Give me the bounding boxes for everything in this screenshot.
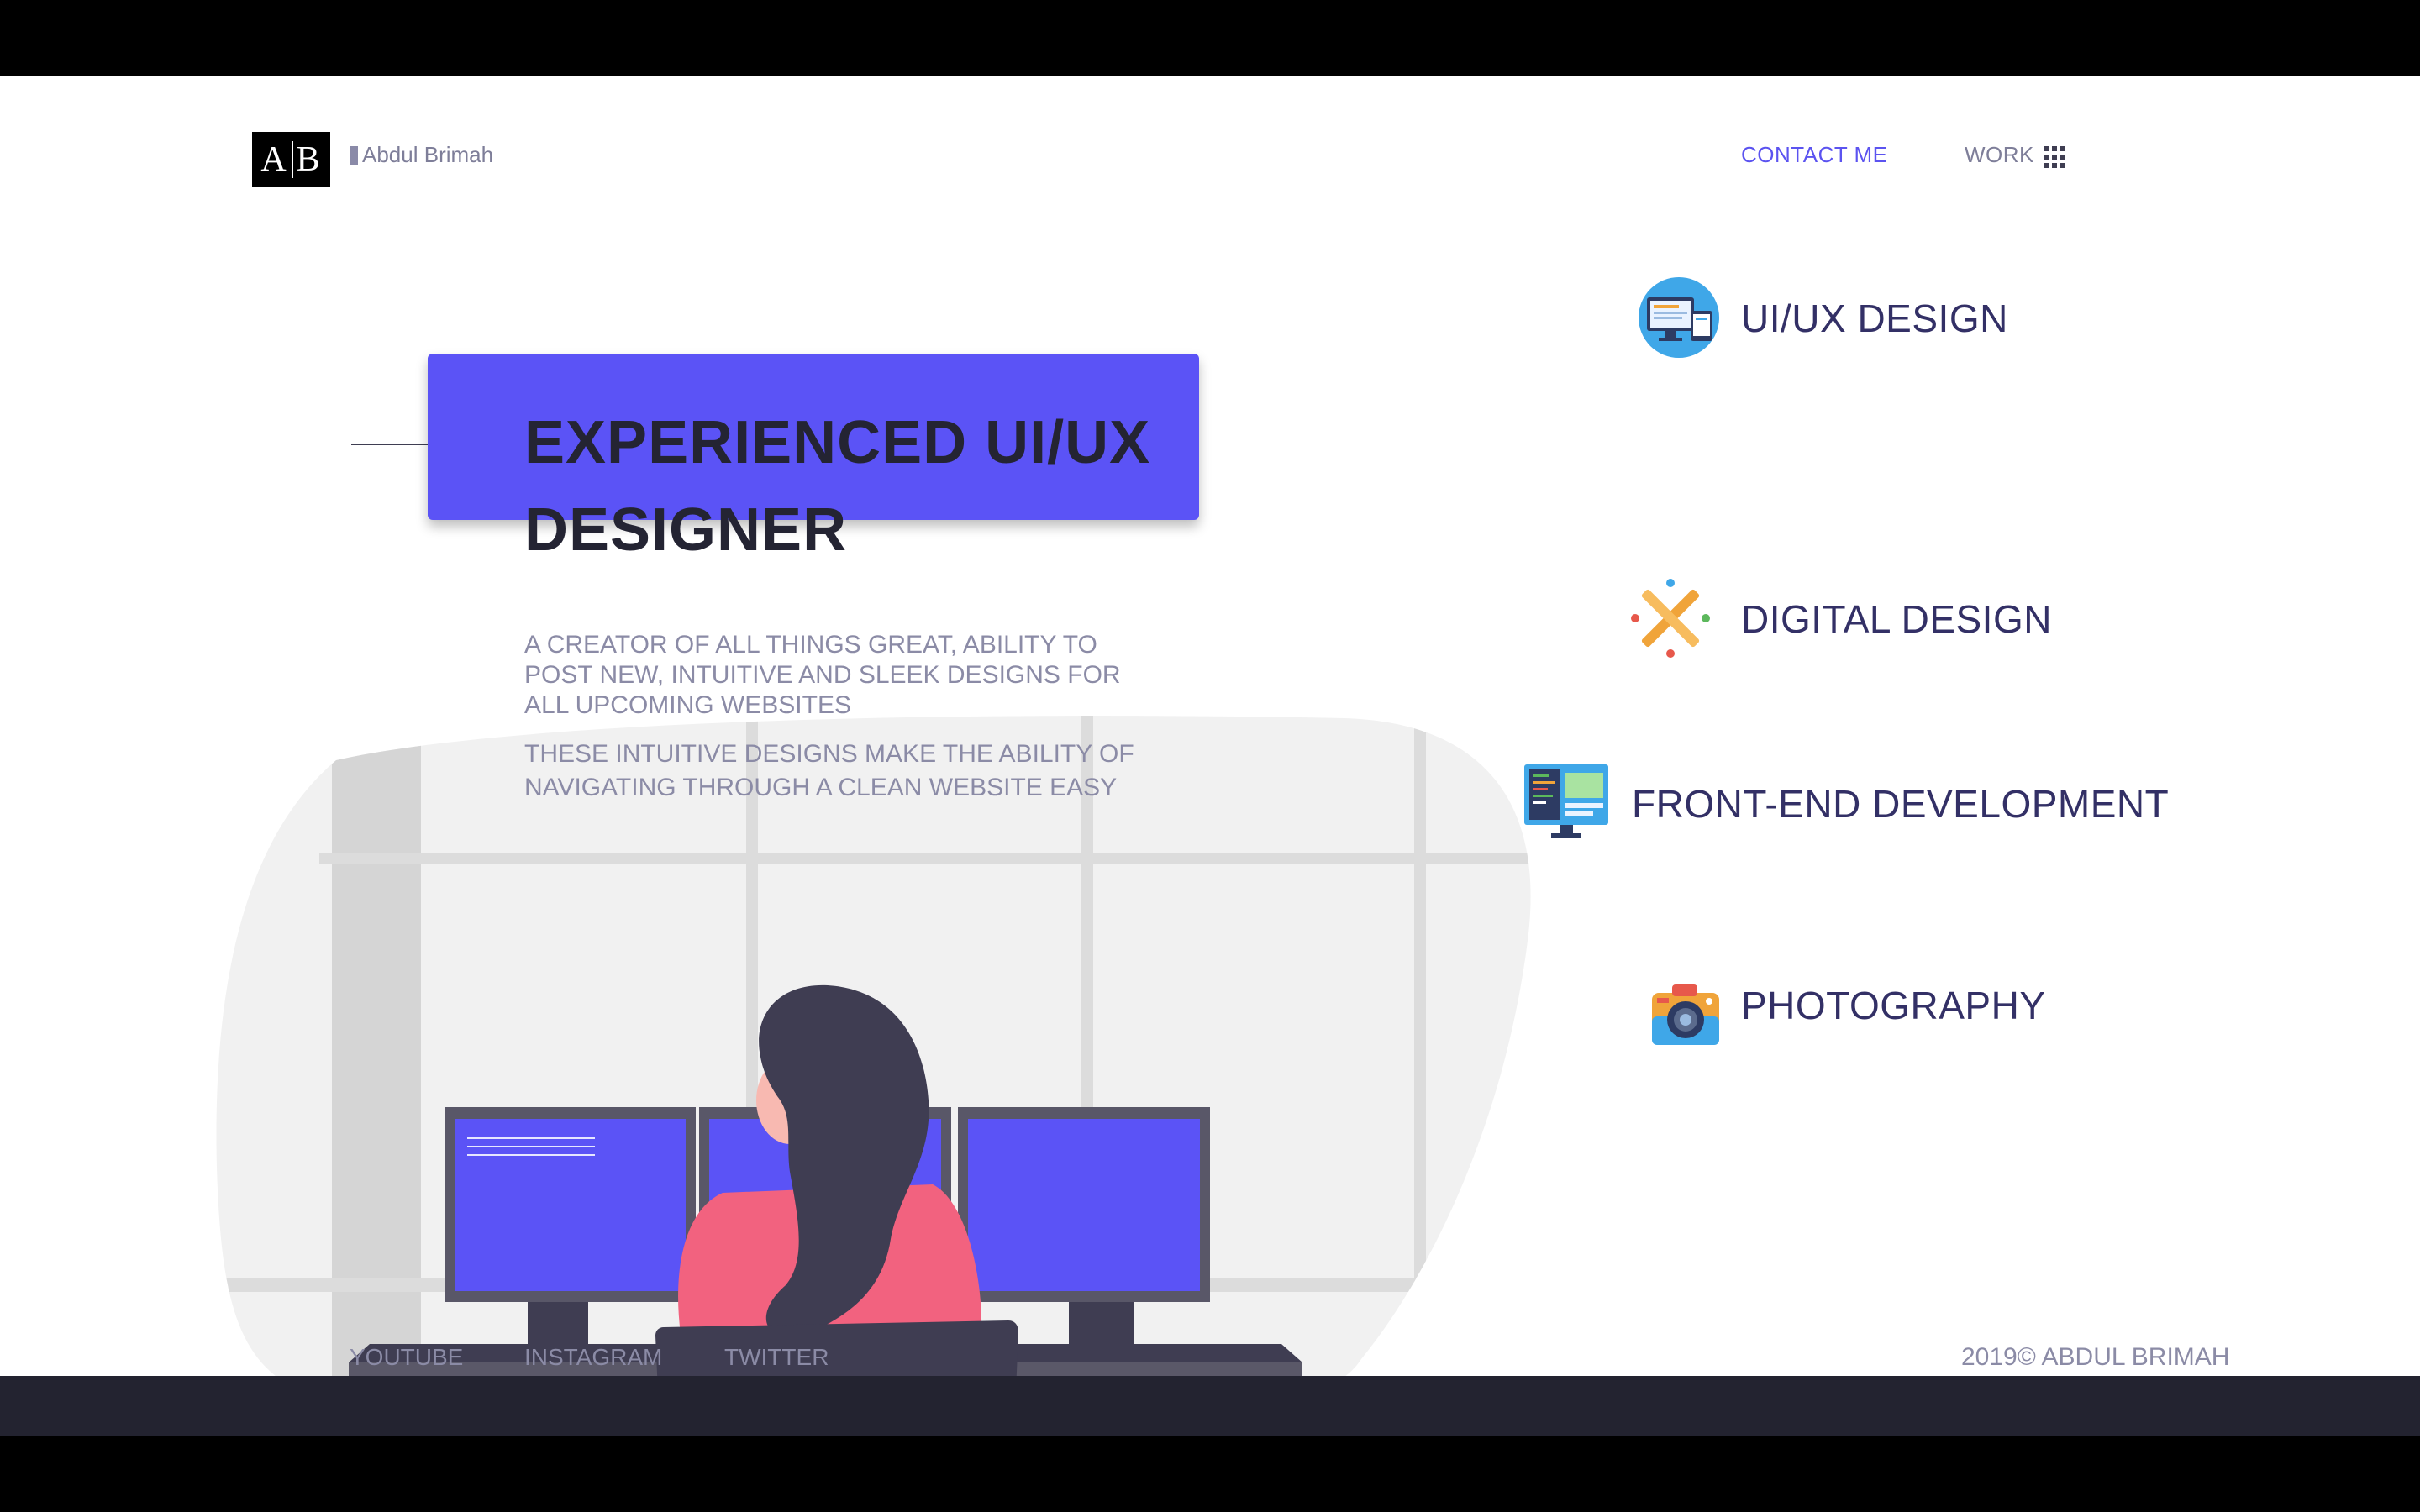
nav-contact-link[interactable]: CONTACT ME	[1741, 142, 1887, 168]
hero-description-secondary: THESE INTUITIVE DESIGNS MAKE THE ABILITY…	[524, 740, 1134, 801]
footer-band	[0, 1376, 2420, 1436]
chair	[655, 1320, 1018, 1376]
logo[interactable]: A B	[252, 132, 330, 187]
hero-description: A CREATOR OF ALL THINGS GREAT, ABILITY T…	[524, 631, 1121, 719]
digital-design-icon	[1631, 579, 1710, 658]
workstation-illustration	[216, 716, 1531, 1376]
logo-divider	[291, 141, 293, 178]
logo-letter-b: B	[296, 140, 322, 179]
brand-name: Abdul Brimah	[362, 142, 494, 167]
hero-title: EXPERIENCED UI/UX DESIGNER	[524, 409, 1151, 564]
front-end-icon	[1524, 764, 1608, 838]
copyright: 2019© ABDUL BRIMAH	[1961, 1343, 2230, 1371]
social-twitter-link[interactable]: TWITTER	[724, 1344, 829, 1371]
ui-ux-icon	[1639, 277, 1719, 358]
service-label: FRONT-END DEVELOPMENT	[1632, 782, 2170, 826]
nav-work-link[interactable]: WORK	[1965, 142, 2034, 168]
social-instagram-link[interactable]: INSTAGRAM	[524, 1344, 662, 1371]
camera-icon	[1652, 984, 1719, 1045]
page: A B Abdul Brimah CONTACT ME WORK EXPERIE…	[0, 76, 2420, 1376]
service-label: UI/UX DESIGN	[1741, 297, 2008, 340]
service-label: DIGITAL DESIGN	[1741, 597, 2052, 641]
brand-accent-bar	[350, 146, 358, 165]
service-label: PHOTOGRAPHY	[1741, 984, 2046, 1027]
grid-menu-icon[interactable]	[2044, 146, 2065, 168]
logo-letter-a: A	[260, 140, 288, 179]
social-youtube-link[interactable]: YOUTUBE	[350, 1344, 463, 1371]
